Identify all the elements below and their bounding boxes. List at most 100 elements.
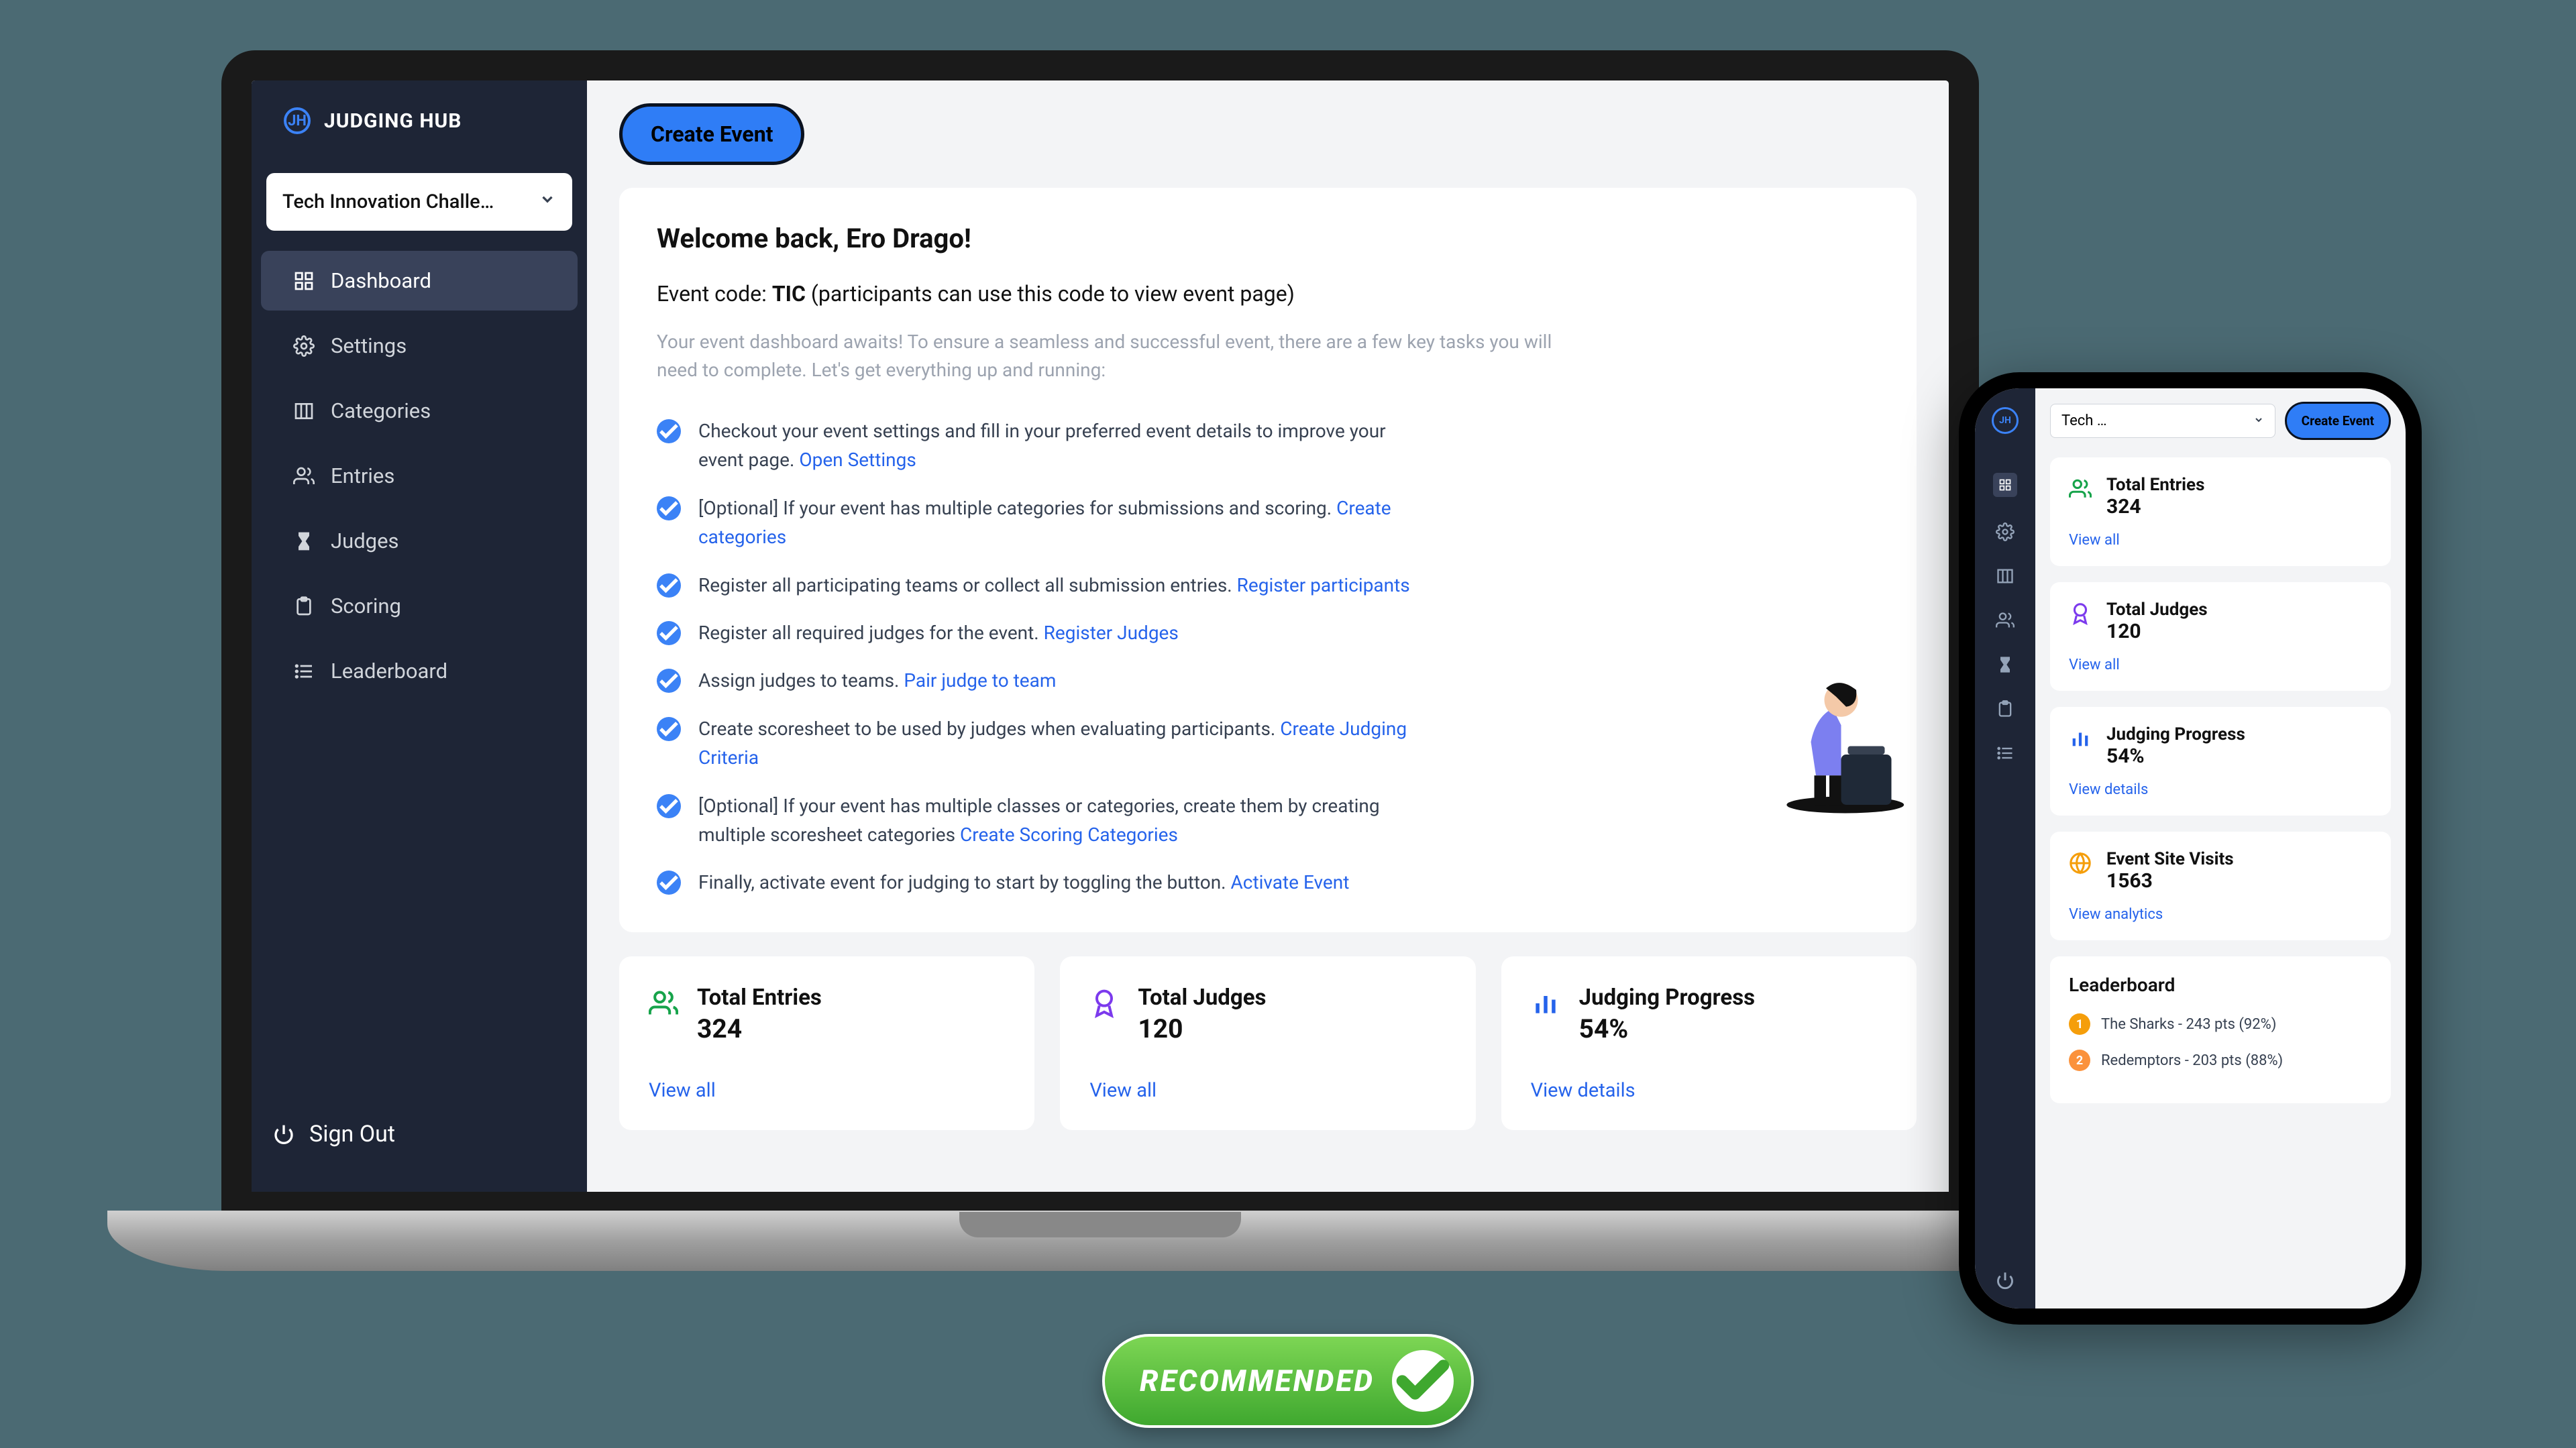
checklist-item: Assign judges to teams. Pair judge to te… — [657, 666, 1879, 695]
stat-title: Total Judges — [1138, 985, 1266, 1011]
list-icon[interactable] — [1996, 744, 2015, 763]
stat-value: 120 — [2106, 620, 2208, 643]
stat-title: Total Entries — [2106, 475, 2204, 495]
users-icon — [2069, 478, 2092, 500]
checklist-link[interactable]: Register Judges — [1044, 622, 1179, 644]
stat-link[interactable]: View all — [649, 1079, 1005, 1102]
sidebar: JH JUDGING HUB Tech Innovation Challe… D… — [252, 80, 587, 1192]
sidebar-item-label: Leaderboard — [331, 659, 447, 683]
users-icon — [649, 989, 678, 1018]
topbar: Create Event — [587, 80, 1949, 188]
intro-text: Your event dashboard awaits! To ensure a… — [657, 328, 1562, 384]
checklist-link[interactable]: Open Settings — [799, 449, 916, 471]
checklist-link[interactable]: Create Scoring Categories — [960, 824, 1178, 846]
dashboard-icon[interactable] — [1993, 473, 2017, 497]
stat-card-entries: Total Entries324 View all — [2050, 457, 2391, 566]
clipboard-icon[interactable] — [1996, 700, 2015, 718]
stat-link[interactable]: View details — [1531, 1079, 1887, 1102]
columns-icon[interactable] — [1996, 567, 2015, 586]
users-icon — [293, 465, 315, 487]
rank-badge: 1 — [2069, 1013, 2090, 1035]
event-selector-label: Tech … — [2061, 412, 2107, 429]
sidebar-item-label: Settings — [331, 333, 407, 358]
power-icon[interactable] — [1996, 1271, 2015, 1290]
sidebar-item-judges[interactable]: Judges — [261, 511, 578, 571]
phone-screen: JH Tech … Create Event Total Entries324 … — [1975, 388, 2406, 1308]
checklist-item: Finally, activate event for judging to s… — [657, 868, 1879, 897]
hourglass-icon[interactable] — [1996, 655, 2015, 674]
stat-link[interactable]: View all — [2069, 532, 2372, 549]
create-event-button[interactable]: Create Event — [2285, 402, 2391, 440]
check-icon — [657, 621, 681, 645]
stat-card-progress: Judging Progress54% View details — [2050, 707, 2391, 816]
brand-name: JUDGING HUB — [324, 109, 462, 133]
stat-card-progress: Judging Progress 54% View details — [1501, 956, 1917, 1130]
sidebar-item-label: Dashboard — [331, 268, 431, 293]
users-icon[interactable] — [1996, 611, 2015, 630]
columns-icon — [293, 400, 315, 422]
laptop-device: JH JUDGING HUB Tech Innovation Challe… D… — [107, 50, 2093, 1271]
signout-button[interactable]: Sign Out — [252, 1103, 587, 1165]
sidebar-item-leaderboard[interactable]: Leaderboard — [261, 641, 578, 701]
checklist: Checkout your event settings and fill in… — [657, 416, 1879, 897]
app-container: JH JUDGING HUB Tech Innovation Challe… D… — [252, 80, 1949, 1192]
welcome-heading: Welcome back, Ero Drago! — [657, 223, 1879, 254]
checklist-item: Register all required judges for the eve… — [657, 618, 1879, 647]
stat-value: 54% — [1579, 1013, 1755, 1044]
sidebar-item-entries[interactable]: Entries — [261, 446, 578, 506]
brand: JH JUDGING HUB — [252, 107, 587, 161]
welcome-card: Welcome back, Ero Drago! Event code: TIC… — [619, 188, 1917, 932]
checklist-link[interactable]: Register participants — [1237, 574, 1410, 596]
sidebar-item-dashboard[interactable]: Dashboard — [261, 251, 578, 311]
leaderboard-title: Leaderboard — [2069, 974, 2372, 996]
event-selector[interactable]: Tech … — [2050, 404, 2275, 438]
checklist-link[interactable]: Activate Event — [1231, 871, 1350, 893]
check-icon — [657, 419, 681, 443]
sidebar-item-settings[interactable]: Settings — [261, 316, 578, 376]
checklist-item: Create scoresheet to be used by judges w… — [657, 714, 1879, 773]
check-icon — [657, 573, 681, 598]
stat-value: 120 — [1138, 1013, 1266, 1044]
create-event-button[interactable]: Create Event — [619, 103, 804, 165]
award-icon — [1089, 989, 1119, 1018]
leaderboard-row: 2Redemptors - 203 pts (88%) — [2069, 1050, 2372, 1071]
globe-icon — [2069, 852, 2092, 875]
stats-row: Total Entries 324 View all Total Judges — [619, 956, 1917, 1130]
stat-value: 324 — [697, 1013, 822, 1044]
main-content: Create Event Welcome back, Ero Drago! Ev… — [587, 80, 1949, 1192]
checklist-item: Checkout your event settings and fill in… — [657, 416, 1879, 475]
stat-card-entries: Total Entries 324 View all — [619, 956, 1034, 1130]
event-code-value: TIC — [772, 281, 806, 307]
stat-link[interactable]: View analytics — [2069, 906, 2372, 923]
checklist-text: Checkout your event settings and fill in… — [698, 416, 1423, 475]
dashboard-icon — [293, 270, 315, 292]
checklist-text: [Optional] If your event has multiple cl… — [698, 791, 1423, 850]
recommended-badge: RECOMMENDED — [1102, 1334, 1474, 1428]
event-selector[interactable]: Tech Innovation Challe… — [266, 173, 572, 231]
mobile-topbar: Tech … Create Event — [2050, 402, 2391, 440]
checklist-text: Assign judges to teams. Pair judge to te… — [698, 666, 1056, 695]
stat-title: Judging Progress — [1579, 985, 1755, 1011]
stat-value: 54% — [2106, 744, 2245, 768]
checklist-item: [Optional] If your event has multiple ca… — [657, 494, 1879, 552]
clipboard-icon — [293, 596, 315, 617]
stat-link[interactable]: View details — [2069, 781, 2372, 798]
check-icon — [657, 717, 681, 741]
sidebar-item-scoring[interactable]: Scoring — [261, 576, 578, 636]
stat-link[interactable]: View all — [2069, 657, 2372, 673]
bar-chart-icon — [1531, 989, 1560, 1018]
gear-icon[interactable] — [1996, 522, 2015, 541]
check-icon — [657, 496, 681, 520]
bar-chart-icon — [2069, 727, 2092, 750]
gear-icon — [293, 335, 315, 357]
chevron-down-icon — [539, 190, 556, 213]
checklist-item: [Optional] If your event has multiple cl… — [657, 791, 1879, 850]
stat-link[interactable]: View all — [1089, 1079, 1446, 1102]
sidebar-nav: Dashboard Settings Categories Entries — [252, 251, 587, 701]
checklist-text: Register all required judges for the eve… — [698, 618, 1179, 647]
checklist-link[interactable]: Pair judge to team — [904, 669, 1056, 691]
event-code-prefix: Event code: — [657, 281, 772, 307]
sidebar-item-categories[interactable]: Categories — [261, 381, 578, 441]
sidebar-item-label: Judges — [331, 528, 399, 553]
check-icon — [657, 669, 681, 693]
